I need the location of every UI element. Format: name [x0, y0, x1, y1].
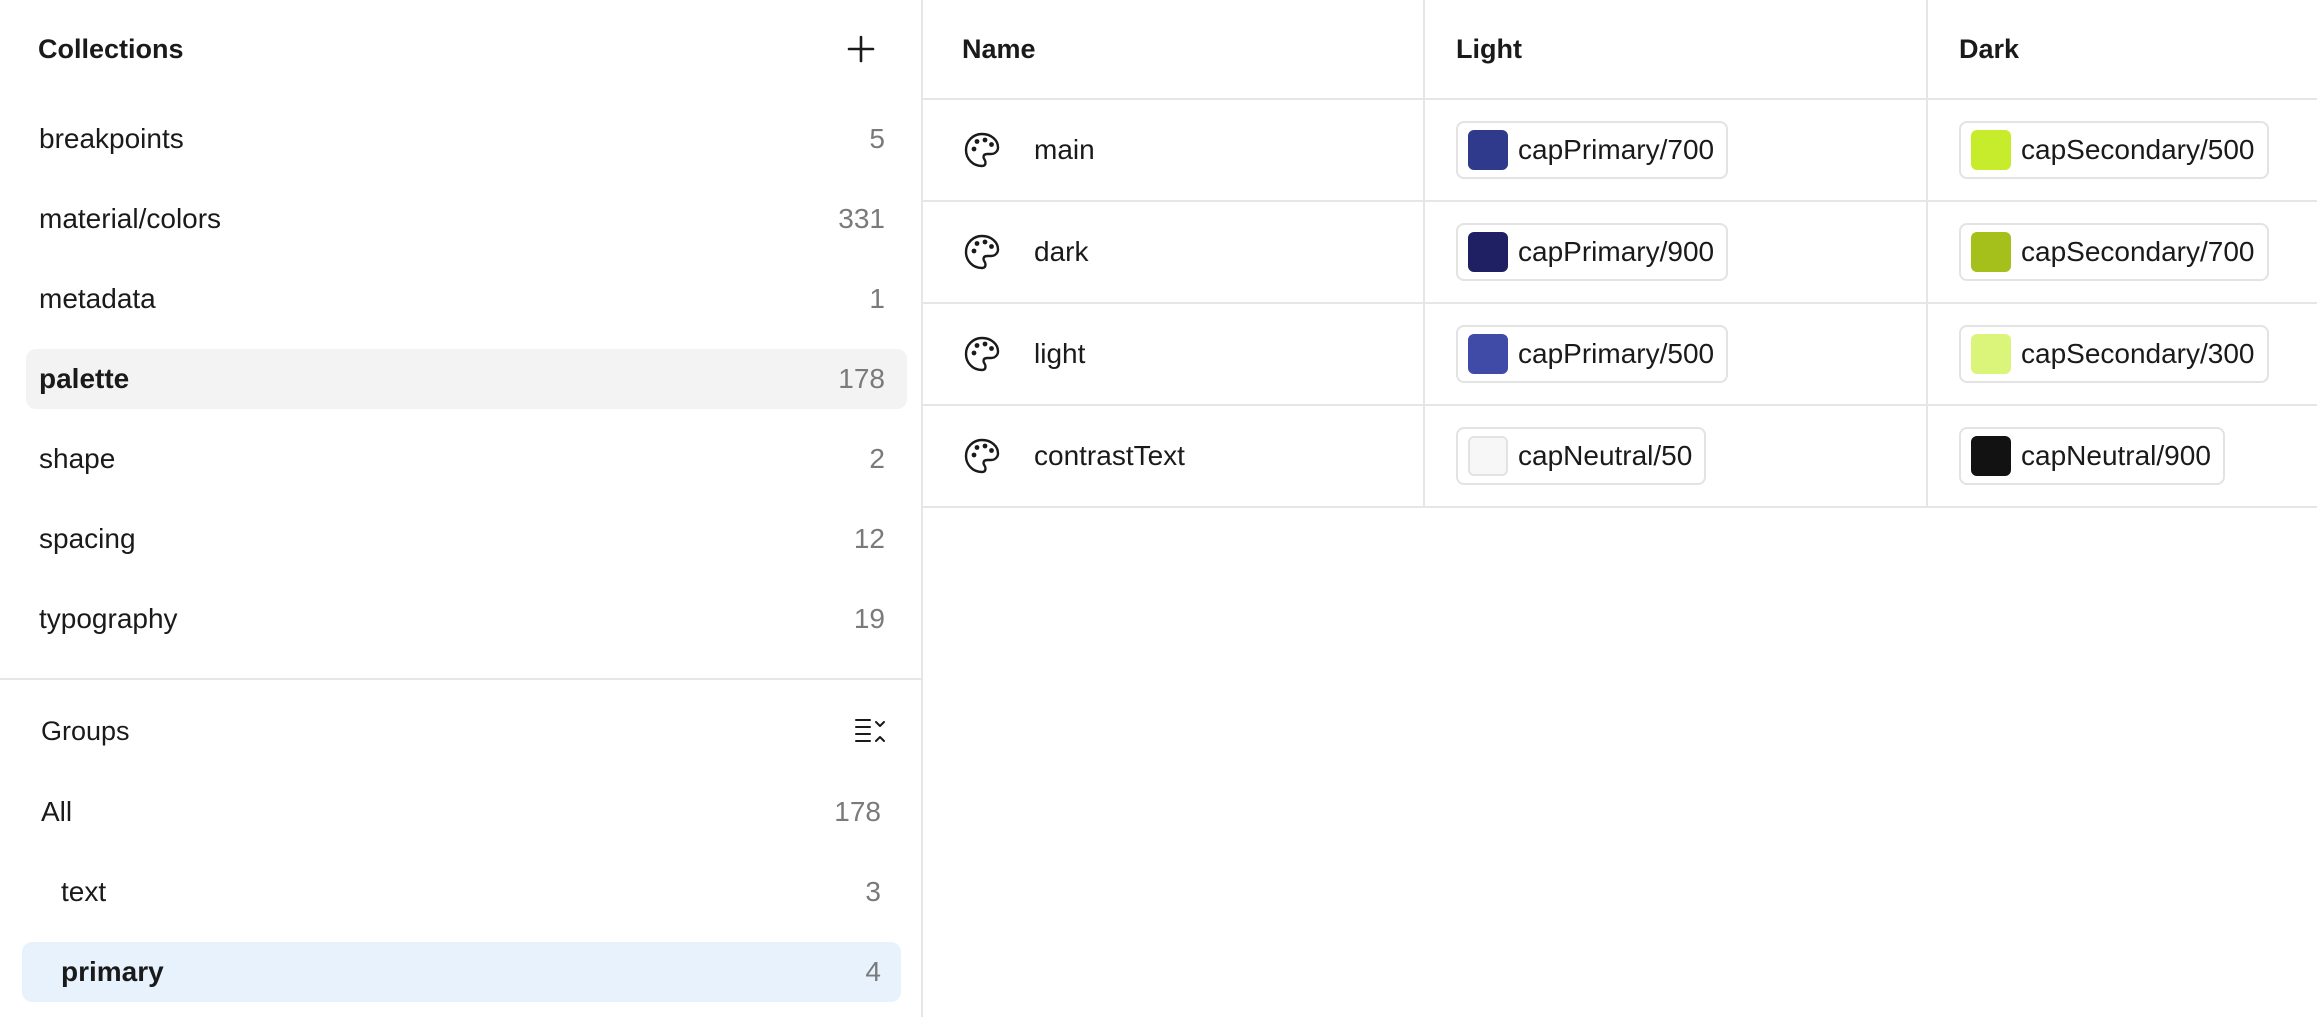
collection-item-breakpoints[interactable]: breakpoints 5 [26, 109, 907, 169]
alias-label: capSecondary/700 [2021, 236, 2255, 267]
app-window: Collections breakpoints 5 material/color… [0, 0, 2317, 1017]
color-swatch [1971, 232, 2011, 272]
collection-count: 12 [853, 523, 885, 554]
light-value-cell: capNeutral/50 [1425, 406, 1928, 506]
table-row[interactable]: contrastText capNeutral/50 capNeutral/90… [923, 406, 2317, 508]
variable-name: contrastText [1034, 440, 1185, 471]
light-value-cell: capPrimary/900 [1425, 202, 1928, 302]
collection-count: 331 [838, 203, 885, 234]
collection-count: 1 [869, 283, 885, 314]
collection-label: shape [39, 443, 116, 474]
collection-count: 2 [869, 443, 885, 474]
color-swatch [1468, 436, 1508, 476]
collapse-expand-list-icon [855, 719, 885, 742]
color-alias-chip[interactable]: capPrimary/500 [1456, 325, 1729, 383]
collection-label: typography [39, 603, 178, 634]
light-value-cell: capPrimary/500 [1425, 304, 1928, 404]
column-header-light[interactable]: Light [1425, 0, 1928, 98]
palette-icon [962, 436, 1002, 476]
dark-value-cell: capNeutral/900 [1928, 406, 2317, 506]
alias-label: capSecondary/300 [2021, 338, 2255, 369]
alias-label: capPrimary/900 [1518, 236, 1715, 267]
variable-name: dark [1034, 236, 1089, 267]
groups-title: Groups [41, 715, 130, 746]
group-item-primary[interactable]: primary 4 [22, 942, 901, 1002]
palette-icon [962, 130, 1002, 170]
color-swatch [1468, 232, 1508, 272]
collection-label: palette [39, 363, 130, 394]
group-count: 4 [865, 956, 881, 987]
variable-name-cell: light [923, 304, 1425, 404]
dark-value-cell: capSecondary/500 [1928, 100, 2317, 200]
palette-icon [962, 232, 1002, 272]
table-row[interactable]: light capPrimary/500 capSecondary/300 [923, 304, 2317, 406]
dark-value-cell: capSecondary/700 [1928, 202, 2317, 302]
collection-item-spacing[interactable]: spacing 12 [26, 509, 907, 569]
alias-label: capNeutral/900 [2021, 440, 2211, 471]
collection-item-material-colors[interactable]: material/colors 331 [26, 189, 907, 249]
collection-item-metadata[interactable]: metadata 1 [26, 269, 907, 329]
add-collection-button[interactable] [839, 27, 883, 71]
plus-icon [847, 35, 875, 63]
collection-label: spacing [39, 523, 136, 554]
color-swatch [1971, 436, 2011, 476]
color-swatch [1971, 130, 2011, 170]
color-swatch [1971, 334, 2011, 374]
color-alias-chip[interactable]: capPrimary/900 [1456, 223, 1729, 281]
group-label: text [61, 876, 107, 907]
collections-title: Collections [38, 33, 184, 64]
collapse-expand-groups-button[interactable] [851, 711, 891, 751]
collection-count: 5 [869, 123, 885, 154]
alias-label: capNeutral/50 [1518, 440, 1693, 471]
variable-name-cell: main [923, 100, 1425, 200]
color-alias-chip[interactable]: capPrimary/700 [1456, 121, 1729, 179]
group-item-all[interactable]: All 178 [22, 782, 901, 842]
color-swatch [1468, 130, 1508, 170]
table-row[interactable]: dark capPrimary/900 capSecondary/700 [923, 202, 2317, 304]
color-alias-chip[interactable]: capSecondary/500 [1959, 121, 2269, 179]
collections-list: breakpoints 5 material/colors 331 metada… [0, 109, 921, 649]
groups-list: All 178 text 3 primary 4 [0, 782, 921, 1002]
variable-name-cell: dark [923, 202, 1425, 302]
group-count: 178 [834, 796, 881, 827]
variable-name: main [1034, 134, 1095, 165]
collection-label: breakpoints [39, 123, 184, 154]
collection-label: material/colors [39, 203, 222, 234]
dark-value-cell: capSecondary/300 [1928, 304, 2317, 404]
alias-label: capPrimary/700 [1518, 134, 1715, 165]
column-header-dark[interactable]: Dark [1928, 0, 2317, 98]
column-header-name[interactable]: Name [923, 0, 1425, 98]
color-alias-chip[interactable]: capNeutral/50 [1456, 427, 1707, 485]
table-header-row: Name Light Dark [923, 0, 2317, 100]
variables-table: Name Light Dark main capPrimary/700 capS… [923, 0, 2317, 508]
group-item-text[interactable]: text 3 [22, 862, 901, 922]
color-alias-chip[interactable]: capSecondary/300 [1959, 325, 2269, 383]
groups-section: Groups All 178 text 3 primary 4 [0, 678, 921, 1017]
variable-name: light [1034, 338, 1086, 369]
collections-header: Collections [0, 0, 921, 98]
alias-label: capSecondary/500 [2021, 134, 2255, 165]
groups-header: Groups [0, 680, 921, 782]
alias-label: capPrimary/500 [1518, 338, 1715, 369]
group-count: 3 [865, 876, 881, 907]
collection-item-shape[interactable]: shape 2 [26, 429, 907, 489]
variables-table-panel: Name Light Dark main capPrimary/700 capS… [923, 0, 2317, 1017]
palette-icon [962, 334, 1002, 374]
left-sidebar: Collections breakpoints 5 material/color… [0, 0, 923, 1017]
light-value-cell: capPrimary/700 [1425, 100, 1928, 200]
collection-label: metadata [39, 283, 156, 314]
variable-name-cell: contrastText [923, 406, 1425, 506]
group-label: All [41, 796, 73, 827]
collection-item-palette[interactable]: palette 178 [26, 349, 907, 409]
color-alias-chip[interactable]: capSecondary/700 [1959, 223, 2269, 281]
collection-count: 178 [838, 363, 885, 394]
group-label: primary [61, 956, 164, 987]
collection-item-typography[interactable]: typography 19 [26, 589, 907, 649]
collection-count: 19 [853, 603, 885, 634]
color-alias-chip[interactable]: capNeutral/900 [1959, 427, 2225, 485]
table-row[interactable]: main capPrimary/700 capSecondary/500 [923, 100, 2317, 202]
color-swatch [1468, 334, 1508, 374]
